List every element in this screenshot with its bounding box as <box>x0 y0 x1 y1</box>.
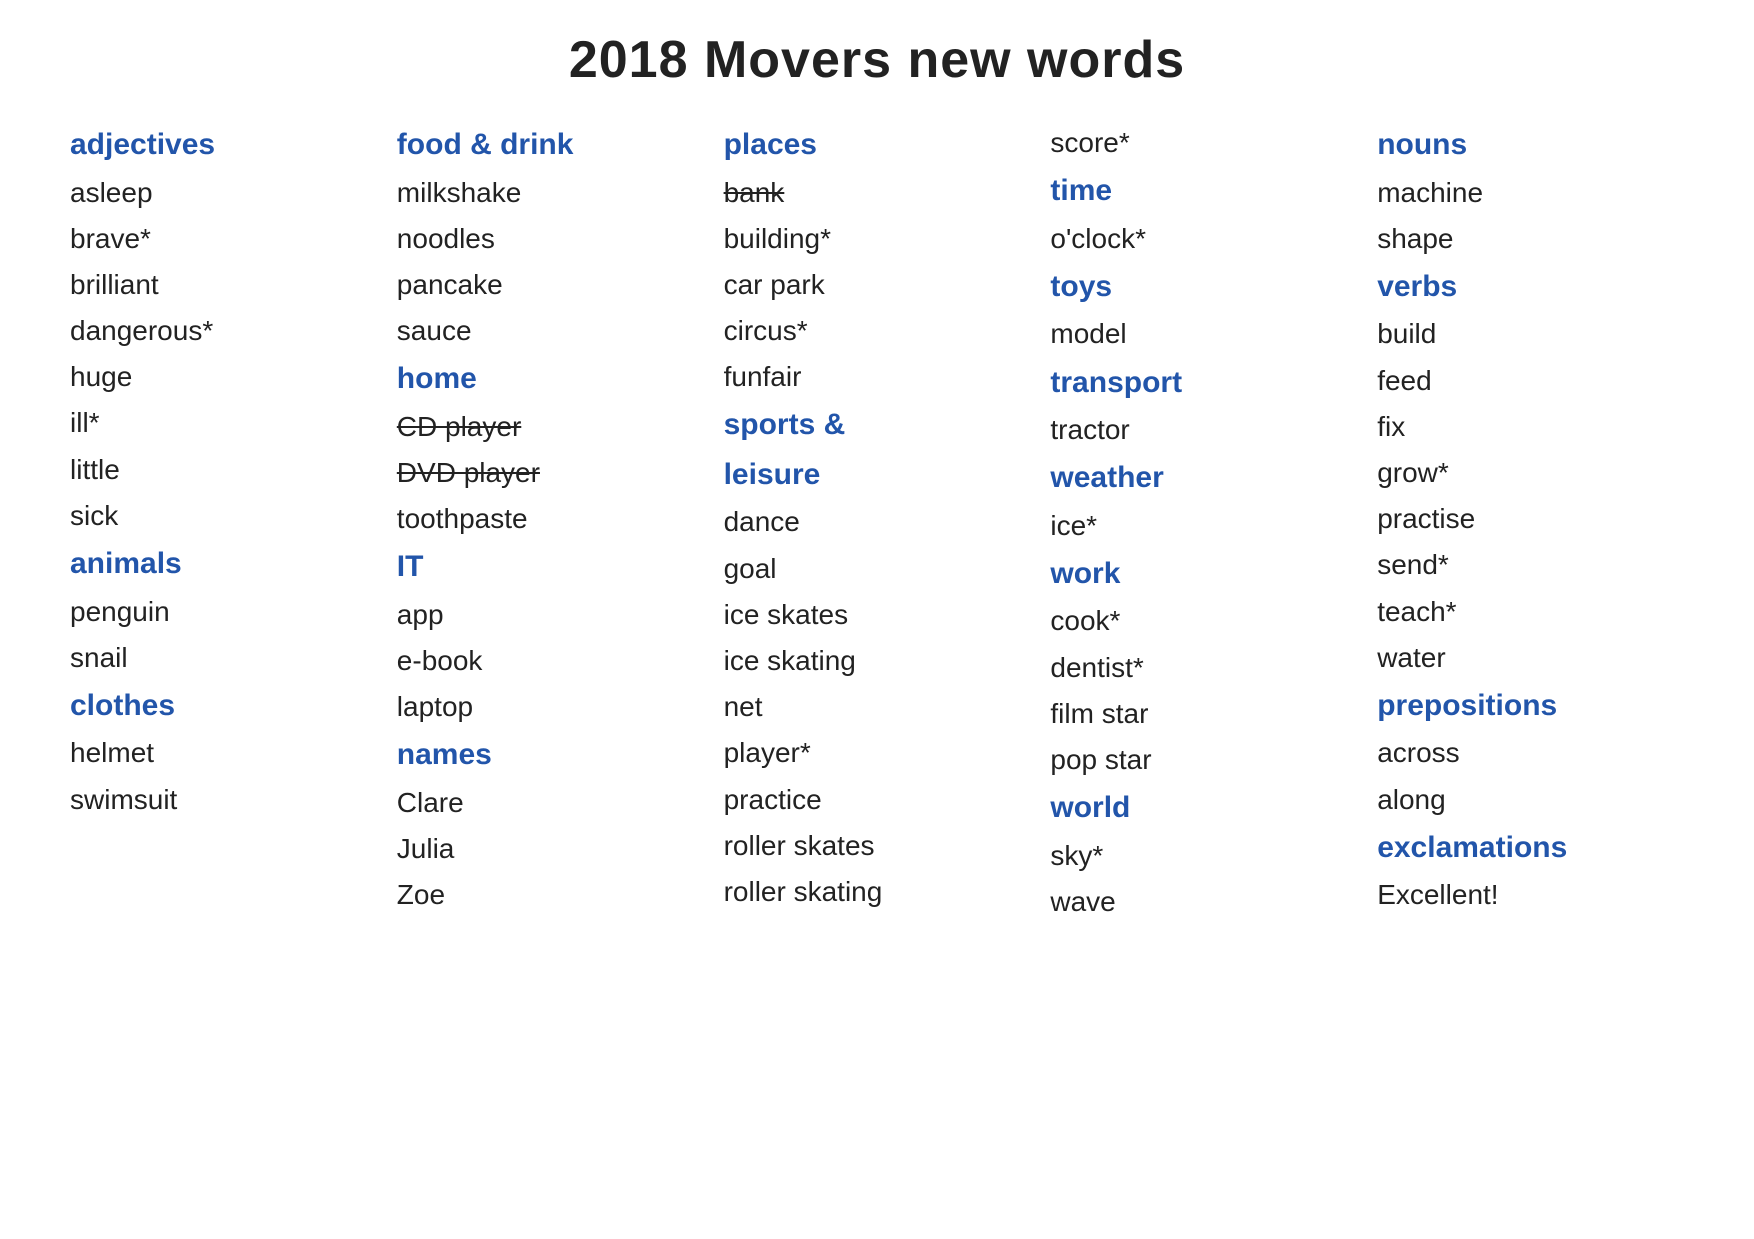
word-entry: DVD player <box>397 450 704 496</box>
word-entry: laptop <box>397 684 704 730</box>
word-entry: net <box>724 684 1031 730</box>
word-entry: roller skating <box>724 869 1031 915</box>
category-label: transport <box>1050 358 1357 408</box>
category-label: names <box>397 730 704 780</box>
word-entry: little <box>70 447 377 493</box>
word-entry: player* <box>724 730 1031 776</box>
word-entry: bank <box>724 170 1031 216</box>
word-entry: ice skating <box>724 638 1031 684</box>
word-entry: car park <box>724 262 1031 308</box>
category-label: weather <box>1050 453 1357 503</box>
word-entry: dangerous* <box>70 308 377 354</box>
word-entry: along <box>1377 777 1684 823</box>
word-entry: snail <box>70 635 377 681</box>
word-entry: wave <box>1050 879 1357 925</box>
word-entry: CD player <box>397 404 704 450</box>
word-entry: tractor <box>1050 407 1357 453</box>
word-entry: cook* <box>1050 598 1357 644</box>
word-columns: adjectivesasleepbrave*brilliantdangerous… <box>40 120 1714 925</box>
word-entry: sick <box>70 493 377 539</box>
word-entry: pancake <box>397 262 704 308</box>
word-entry: ice* <box>1050 503 1357 549</box>
word-entry: water <box>1377 635 1684 681</box>
category-label: world <box>1050 783 1357 833</box>
category-label: food & drink <box>397 120 704 170</box>
category-label: verbs <box>1377 262 1684 312</box>
word-entry: roller skates <box>724 823 1031 869</box>
category-label: sports & <box>724 400 1031 450</box>
category-label: leisure <box>724 450 1031 500</box>
category-label: nouns <box>1377 120 1684 170</box>
category-label: work <box>1050 549 1357 599</box>
word-entry: machine <box>1377 170 1684 216</box>
category-label: animals <box>70 539 377 589</box>
category-label: clothes <box>70 681 377 731</box>
word-entry: practice <box>724 777 1031 823</box>
word-entry: film star <box>1050 691 1357 737</box>
word-entry: toothpaste <box>397 496 704 542</box>
word-entry: brilliant <box>70 262 377 308</box>
word-entry: app <box>397 592 704 638</box>
word-entry: practise <box>1377 496 1684 542</box>
word-entry: asleep <box>70 170 377 216</box>
column-col1: adjectivesasleepbrave*brilliantdangerous… <box>60 120 387 925</box>
column-col2: food & drinkmilkshakenoodlespancakesauce… <box>387 120 714 925</box>
category-label: time <box>1050 166 1357 216</box>
word-entry: build <box>1377 311 1684 357</box>
column-col4: score*timeo'clock*toysmodeltransporttrac… <box>1040 120 1367 925</box>
category-label: exclamations <box>1377 823 1684 873</box>
category-label: home <box>397 354 704 404</box>
word-entry: goal <box>724 546 1031 592</box>
word-entry: model <box>1050 311 1357 357</box>
category-label: IT <box>397 542 704 592</box>
word-entry: teach* <box>1377 589 1684 635</box>
word-entry: Clare <box>397 780 704 826</box>
word-entry: send* <box>1377 542 1684 588</box>
word-entry: sky* <box>1050 833 1357 879</box>
word-entry: grow* <box>1377 450 1684 496</box>
category-label: adjectives <box>70 120 377 170</box>
page-title: 2018 Movers new words <box>40 30 1714 90</box>
word-entry: Excellent! <box>1377 872 1684 918</box>
word-entry: ill* <box>70 400 377 446</box>
word-entry: huge <box>70 354 377 400</box>
word-entry: milkshake <box>397 170 704 216</box>
word-entry: e-book <box>397 638 704 684</box>
column-col3: placesbankbuilding*car parkcircus*funfai… <box>714 120 1041 925</box>
word-entry: feed <box>1377 358 1684 404</box>
word-entry: dentist* <box>1050 645 1357 691</box>
word-entry: score* <box>1050 120 1357 166</box>
word-entry: pop star <box>1050 737 1357 783</box>
word-entry: building* <box>724 216 1031 262</box>
word-entry: noodles <box>397 216 704 262</box>
category-label: toys <box>1050 262 1357 312</box>
word-entry: helmet <box>70 730 377 776</box>
word-entry: circus* <box>724 308 1031 354</box>
category-label: places <box>724 120 1031 170</box>
word-entry: swimsuit <box>70 777 377 823</box>
word-entry: across <box>1377 730 1684 776</box>
word-entry: funfair <box>724 354 1031 400</box>
word-entry: sauce <box>397 308 704 354</box>
word-entry: penguin <box>70 589 377 635</box>
word-entry: brave* <box>70 216 377 262</box>
word-entry: shape <box>1377 216 1684 262</box>
word-entry: o'clock* <box>1050 216 1357 262</box>
word-entry: Zoe <box>397 872 704 918</box>
word-entry: dance <box>724 499 1031 545</box>
column-col5: nounsmachineshapeverbsbuildfeedfixgrow*p… <box>1367 120 1694 925</box>
word-entry: fix <box>1377 404 1684 450</box>
category-label: prepositions <box>1377 681 1684 731</box>
word-entry: Julia <box>397 826 704 872</box>
word-entry: ice skates <box>724 592 1031 638</box>
